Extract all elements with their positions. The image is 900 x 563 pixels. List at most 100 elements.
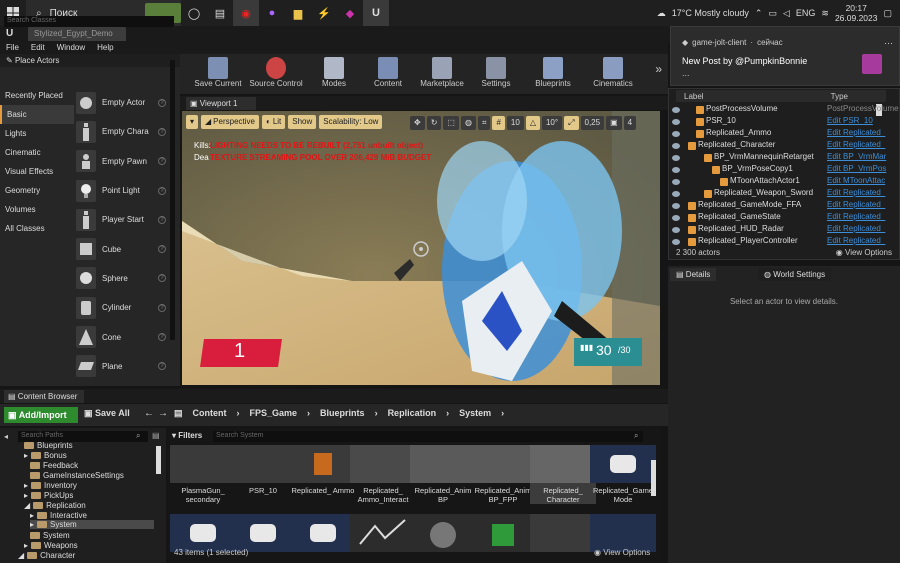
menu-help[interactable]: Help [97,42,113,54]
outliner-row-type[interactable]: Edit Replicated_ [827,212,885,221]
breadcrumb-system[interactable]: System [459,408,491,419]
asset-plasmagun-secondary[interactable]: PlasmaGun_ secondary [170,445,236,504]
eye-icon[interactable] [672,191,680,197]
scale-snap-icon[interactable]: ⤢ [564,116,579,130]
network-icon[interactable]: ▭ [768,8,777,19]
help-icon[interactable]: ? [158,245,166,254]
breadcrumb-fps-game[interactable]: FPS_Game [250,408,298,419]
grid-snap-icon[interactable]: # [492,116,505,130]
outliner-row-type[interactable]: Edit Replicated_ [827,128,885,137]
tree-scrollbar[interactable] [156,446,161,474]
content-button[interactable]: Content [362,54,414,88]
grid-snap-value[interactable]: 10 [506,116,524,130]
messenger-app-icon[interactable]: ● [259,0,285,26]
menu-edit[interactable]: Edit [31,42,45,54]
eye-icon[interactable] [672,155,680,161]
tree-folder-feedback[interactable]: Feedback [30,461,78,470]
tree-folder-character[interactable]: ◢ Character [18,551,75,560]
world-icon[interactable]: ◍ [460,116,476,130]
outliner-row[interactable]: Replicated_Ammo Edit Replicated_ [672,128,886,140]
content-browser-tab[interactable]: ▤ Content Browser [4,390,84,403]
view-list-icon[interactable]: ▤ [152,431,160,440]
category-all-classes[interactable]: All Classes [0,219,74,238]
outliner-row-type[interactable]: Edit PSR_10 [827,116,873,125]
document-tab[interactable]: Stylized_Egypt_Demo [28,26,126,41]
outliner-row[interactable]: Replicated_Weapon_Sword Edit Replicated_ [672,188,886,200]
tree-folder-gameinstancesettings[interactable]: GameInstanceSettings [30,471,124,480]
tree-folder-interactive[interactable]: ▸ Interactive [30,511,87,520]
tree-folder-pickups[interactable]: ▸ PickUps [24,491,73,500]
eye-icon[interactable] [672,131,680,137]
outliner-view-options[interactable]: ◉ View Options [836,248,892,257]
outliner-row-type[interactable]: Edit Replicated_ [827,200,885,209]
eye-icon[interactable] [672,167,680,173]
outliner-row-type[interactable]: Edit Replicated_ [827,236,885,245]
actor-cylinder[interactable]: Cylinder? [76,293,170,322]
modes-button[interactable]: Modes [308,54,360,88]
perspective-button[interactable]: ◢ Perspective [201,115,259,129]
asset-green-cube[interactable] [470,514,536,555]
details-tab[interactable]: ▤ Details [670,268,717,281]
volume-icon[interactable]: ◁ [783,8,790,19]
blueprints-button[interactable]: Blueprints [524,54,582,88]
outliner-row[interactable]: Replicated_GameMode_FFA Edit Replicated_ [672,200,886,212]
place-actors-scrollbar[interactable] [170,60,175,340]
unreal-engine-app-icon[interactable]: U [363,0,389,26]
show-button[interactable]: Show [288,115,317,129]
outliner-row-type[interactable]: Edit Replicated_ [827,140,885,149]
help-icon[interactable]: ? [158,186,166,195]
breadcrumb-replication[interactable]: Replication [388,408,437,419]
file-explorer-icon[interactable]: ▆ [285,0,311,26]
asset-grid-scrollbar[interactable] [651,460,656,496]
notification-menu-icon[interactable]: ⋯ [884,38,893,49]
menu-window[interactable]: Window [57,42,85,54]
filters-button[interactable]: ▾ Filters [172,431,202,440]
marketplace-button[interactable]: Marketplace [416,54,468,88]
category-cinematic[interactable]: Cinematic [0,143,74,162]
eye-icon[interactable] [672,107,680,113]
actor-plane[interactable]: Plane? [76,352,170,381]
actor-empty-actor[interactable]: Empty Actor? [76,88,170,117]
tree-toggle-icon[interactable]: ◂ [4,432,8,441]
help-icon[interactable]: ? [158,98,166,107]
add-import-button[interactable]: ▣ Add/Import [4,407,78,423]
task-view-icon[interactable]: ◯ [181,0,207,26]
back-arrow-icon[interactable]: ← [144,408,154,419]
actor-cube[interactable]: Cube? [76,234,170,263]
category-volumes[interactable]: Volumes [0,200,74,219]
lit-button[interactable]: ◐ Lit [261,115,286,129]
category-basic[interactable]: Basic [0,105,74,124]
asset-psr-10[interactable]: PSR_10 [230,445,296,495]
tree-folder-inventory[interactable]: ▸ Inventory [24,481,77,490]
eye-icon[interactable] [672,119,680,125]
content-view-options-button[interactable]: ◉ View Options [594,548,650,557]
eye-icon[interactable] [672,239,680,245]
place-actors-tab[interactable]: ✎ Place Actors [0,54,180,67]
category-lights[interactable]: Lights [0,124,74,143]
outliner-row[interactable]: Replicated_Character Edit Replicated_ [672,140,886,152]
asset-curve[interactable] [350,514,416,555]
help-icon[interactable]: ? [158,333,166,342]
outliner-row[interactable]: MToonAttachActor1 Edit MToonAttac [672,176,886,188]
forward-arrow-icon[interactable]: → [158,408,168,419]
scale-icon[interactable]: ⬚ [443,116,459,130]
asset-replicated-ammo[interactable]: Replicated_ Ammo [290,445,356,495]
actor-point-light[interactable]: Point Light? [76,176,170,205]
lightning-app-icon[interactable]: ⚡ [311,0,337,26]
source-control-button[interactable]: Source Control [246,54,306,88]
eye-icon[interactable] [672,215,680,221]
outliner-row[interactable]: PostProcessVolume PostProcessVolume [672,104,899,116]
outliner-row[interactable]: BP_VrmPoseCopy1 Edit BP_VrmPos [672,164,886,176]
outliner-row-type[interactable]: Edit MToonAttac [827,176,885,185]
cinematics-button[interactable]: Cinematics [584,54,642,88]
asset-replicated-character[interactable]: Replicated_ Character [530,445,596,504]
tree-folder-bonus[interactable]: ▸ Bonus [24,451,67,460]
viewport-menu-button[interactable]: ▾ [186,115,199,129]
chevron-right-icon[interactable]: » [649,54,668,84]
save-current-button[interactable]: Save Current [192,54,244,88]
breadcrumb-content[interactable]: Content [193,408,227,419]
actor-empty-pawn[interactable]: Empty Pawn? [76,147,170,176]
game-jolt-app-icon[interactable]: ◆ [337,0,363,26]
asset-replicated-ammo-interact[interactable]: Replicated_ Ammo_Interact [350,445,416,504]
notification-icon[interactable]: ▢ [883,8,892,19]
